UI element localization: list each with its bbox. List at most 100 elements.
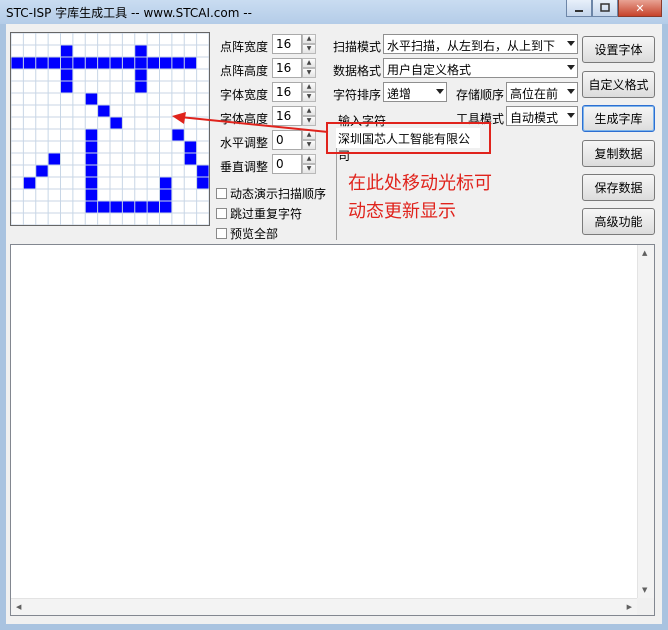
matrix-pixel-on bbox=[134, 45, 148, 57]
matrix-pixel-on bbox=[35, 57, 49, 69]
annotation-text: 在此处移动光标可 动态更新显示 bbox=[348, 170, 492, 226]
advanced-button[interactable]: 高级功能 bbox=[582, 208, 655, 235]
skip-duplicate-checkbox[interactable]: 跳过重复字符 bbox=[216, 205, 302, 222]
chevron-down-icon bbox=[567, 65, 575, 70]
spin-down-icon[interactable]: ▼ bbox=[302, 140, 316, 150]
spin-down-icon[interactable]: ▼ bbox=[302, 68, 316, 78]
scan-mode-label: 扫描模式 bbox=[333, 40, 382, 54]
matrix-pixel-on bbox=[134, 57, 148, 69]
output-text-area[interactable]: ▲ ▼ ◀ ▶ bbox=[10, 244, 655, 616]
set-font-button[interactable]: 设置字体 bbox=[582, 36, 655, 63]
matrix-pixel-on bbox=[85, 57, 98, 69]
matrix-pixel-on bbox=[159, 201, 172, 213]
checkbox-box[interactable] bbox=[216, 208, 227, 219]
vertical-adjust-value[interactable]: 0 bbox=[272, 154, 302, 174]
matrix-width-label: 点阵宽度 bbox=[220, 40, 269, 54]
matrix-pixel-on bbox=[97, 201, 110, 213]
font-width-value[interactable]: 16 bbox=[272, 82, 302, 102]
skip-duplicate-label: 跳过重复字符 bbox=[230, 207, 303, 221]
scan-mode-select[interactable]: 水平扫描，从左到右，从上到下 bbox=[383, 34, 578, 54]
spin-up-icon[interactable]: ▲ bbox=[302, 58, 316, 68]
scan-mode-value: 水平扫描，从左到右，从上到下 bbox=[387, 39, 556, 53]
vertical-adjust-spinner[interactable]: 0 ▲ ▼ bbox=[272, 154, 318, 174]
spin-up-icon[interactable]: ▲ bbox=[302, 82, 316, 92]
scroll-down-icon[interactable]: ▼ bbox=[642, 586, 647, 594]
main-client-area: 点阵宽度 16 ▲ ▼ 点阵高度 16 ▲ ▼ 字体宽度 16 ▲ ▼ 字体高度 16… bbox=[6, 24, 662, 624]
minimize-button[interactable] bbox=[566, 0, 592, 17]
matrix-pixel-on bbox=[110, 57, 123, 69]
matrix-pixel-on bbox=[35, 165, 49, 177]
preview-all-checkbox[interactable]: 预览全部 bbox=[216, 225, 278, 242]
matrix-pixel-on bbox=[122, 201, 135, 213]
data-format-value: 用户自定义格式 bbox=[387, 63, 472, 77]
matrix-height-value[interactable]: 16 bbox=[272, 58, 302, 78]
storage-order-value: 高位在前 bbox=[510, 87, 559, 101]
copy-data-button[interactable]: 复制数据 bbox=[582, 140, 655, 167]
matrix-pixel-on bbox=[85, 165, 98, 177]
checkbox-box[interactable] bbox=[216, 228, 227, 239]
data-format-label: 数据格式 bbox=[333, 64, 382, 78]
matrix-pixel-on bbox=[184, 57, 197, 69]
highlight-box bbox=[326, 122, 491, 154]
char-order-select[interactable]: 递增 bbox=[383, 82, 447, 102]
matrix-pixel-on bbox=[110, 117, 123, 129]
tool-mode-select[interactable]: 自动模式 bbox=[506, 106, 578, 126]
matrix-pixel-on bbox=[147, 57, 160, 69]
matrix-pixel-on bbox=[23, 177, 36, 189]
scroll-right-icon[interactable]: ▶ bbox=[627, 603, 632, 611]
chevron-down-icon bbox=[567, 89, 575, 94]
save-data-button[interactable]: 保存数据 bbox=[582, 174, 655, 201]
matrix-pixel-on bbox=[134, 81, 148, 93]
dynamic-scan-checkbox[interactable]: 动态演示扫描顺序 bbox=[216, 185, 326, 202]
horizontal-scrollbar[interactable]: ◀ ▶ bbox=[11, 598, 637, 615]
spin-down-icon[interactable]: ▼ bbox=[302, 92, 316, 102]
window-title: STC-ISP 字库生成工具 -- www.STCAI.com -- bbox=[6, 6, 252, 20]
dynamic-scan-label: 动态演示扫描顺序 bbox=[230, 187, 327, 201]
matrix-pixel-on bbox=[171, 57, 185, 69]
matrix-pixel-on bbox=[60, 45, 73, 57]
scroll-up-icon[interactable]: ▲ bbox=[642, 249, 647, 257]
storage-order-label: 存储顺序 bbox=[456, 88, 505, 102]
matrix-pixel-on bbox=[60, 81, 73, 93]
generate-font-button[interactable]: 生成字库 bbox=[582, 105, 655, 132]
maximize-button[interactable] bbox=[592, 0, 618, 17]
char-order-label: 字符排序 bbox=[333, 88, 382, 102]
matrix-pixel-on bbox=[196, 165, 209, 177]
scrollbar-corner bbox=[637, 598, 654, 615]
vertical-scrollbar[interactable]: ▲ ▼ bbox=[637, 245, 654, 598]
spin-down-icon[interactable]: ▼ bbox=[302, 44, 316, 54]
matrix-pixel-on bbox=[60, 57, 73, 69]
matrix-pixel-on bbox=[72, 57, 86, 69]
storage-order-select[interactable]: 高位在前 bbox=[506, 82, 578, 102]
font-width-spinner[interactable]: 16 ▲ ▼ bbox=[272, 82, 318, 102]
matrix-pixel-on bbox=[23, 57, 36, 69]
matrix-height-spinner[interactable]: 16 ▲ ▼ bbox=[272, 58, 318, 78]
chevron-down-icon bbox=[436, 89, 444, 94]
matrix-pixel-on bbox=[48, 153, 61, 165]
matrix-pixel-on bbox=[122, 57, 135, 69]
chevron-down-icon bbox=[567, 113, 575, 118]
matrix-pixel-on bbox=[48, 57, 61, 69]
checkbox-box[interactable] bbox=[216, 188, 227, 199]
spin-up-icon[interactable]: ▲ bbox=[302, 34, 316, 44]
matrix-pixel-on bbox=[97, 57, 110, 69]
matrix-pixel-on bbox=[60, 69, 73, 81]
custom-format-button[interactable]: 自定义格式 bbox=[582, 71, 655, 98]
matrix-width-spinner[interactable]: 16 ▲ ▼ bbox=[272, 34, 318, 54]
matrix-pixel-on bbox=[85, 141, 98, 153]
spin-down-icon[interactable]: ▼ bbox=[302, 164, 316, 174]
matrix-pixel-on bbox=[85, 129, 98, 141]
matrix-pixel-on bbox=[110, 201, 123, 213]
matrix-width-value[interactable]: 16 bbox=[272, 34, 302, 54]
preview-all-label: 预览全部 bbox=[230, 227, 279, 241]
matrix-pixel-on bbox=[85, 177, 98, 189]
close-button[interactable]: ✕ bbox=[618, 0, 662, 17]
data-format-select[interactable]: 用户自定义格式 bbox=[383, 58, 578, 78]
annotation-line-1: 在此处移动光标可 bbox=[348, 173, 492, 194]
spin-up-icon[interactable]: ▲ bbox=[302, 154, 316, 164]
matrix-pixel-on bbox=[159, 57, 172, 69]
close-icon: ✕ bbox=[635, 1, 645, 15]
scroll-left-icon[interactable]: ◀ bbox=[16, 603, 21, 611]
matrix-pixel-on bbox=[85, 153, 98, 165]
char-order-value: 递增 bbox=[387, 87, 412, 101]
